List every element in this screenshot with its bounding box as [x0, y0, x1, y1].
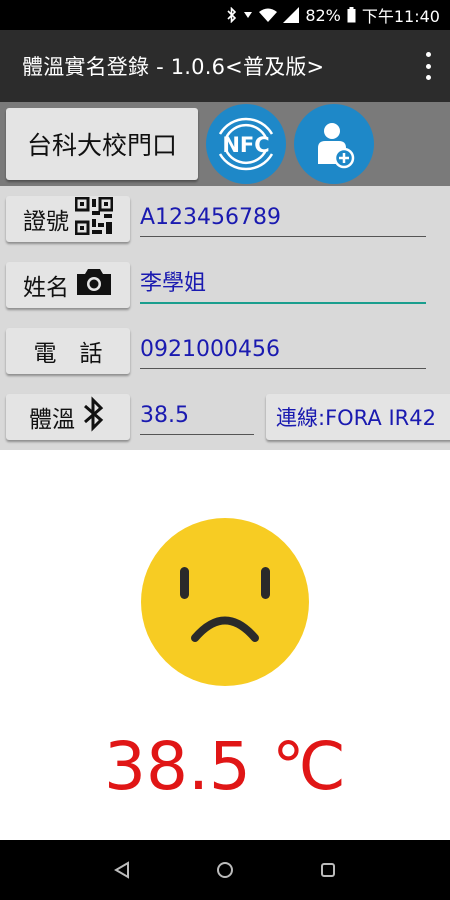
- photo-button[interactable]: 姓名: [6, 262, 130, 308]
- overflow-menu-icon[interactable]: [420, 52, 436, 80]
- sad-face-icon: [140, 517, 310, 687]
- recents-icon[interactable]: [313, 855, 343, 885]
- temperature-row: 體溫 38.5 連線:FORA IR42: [0, 384, 450, 450]
- name-row: 姓名 李學姐: [0, 252, 450, 318]
- vibrate-icon: [243, 8, 253, 22]
- app-bar: 體溫實名登錄 - 1.0.6<普及版>: [0, 30, 450, 102]
- status-bar: 82% 下午11:40: [0, 0, 450, 30]
- temperature-display: 38.5 ℃: [103, 728, 347, 805]
- nfc-label: NFC: [222, 133, 269, 157]
- scan-id-button[interactable]: 證號: [6, 196, 130, 242]
- battery-percent: 82%: [305, 5, 341, 25]
- gate-location-button[interactable]: 台科大校門口: [6, 108, 198, 180]
- app-title: 體溫實名登錄 - 1.0.6<普及版>: [22, 55, 325, 79]
- add-user-button[interactable]: [294, 104, 374, 184]
- back-icon[interactable]: [107, 855, 137, 885]
- phone-row: 電 話 0921000456: [0, 318, 450, 384]
- signal-icon: [283, 7, 300, 23]
- bluetooth-thermometer-button[interactable]: 體溫: [6, 394, 130, 440]
- camera-icon: [75, 267, 113, 303]
- bluetooth-icon: [81, 396, 107, 438]
- battery-icon: [347, 7, 356, 23]
- clock: 下午11:40: [361, 7, 440, 26]
- name-input[interactable]: 李學姐: [140, 266, 426, 304]
- bluetooth-icon: [227, 7, 237, 23]
- name-label: 姓名: [23, 275, 69, 301]
- temperature-input[interactable]: 38.5: [140, 398, 254, 435]
- home-icon[interactable]: [210, 855, 240, 885]
- toolbar: 台科大校門口 NFC: [0, 102, 450, 186]
- nfc-icon: NFC: [218, 117, 274, 171]
- phone-label: 電 話: [33, 341, 103, 367]
- nfc-button[interactable]: NFC: [206, 104, 286, 184]
- temperature-label: 體溫: [29, 407, 75, 433]
- qr-code-icon: [74, 196, 114, 241]
- id-label: 證號: [23, 209, 69, 235]
- connect-device-button[interactable]: 連線:FORA IR42: [266, 394, 450, 440]
- registration-form: 證號 A123456789 姓名 李學姐 電 話 0921000456 體溫 3…: [0, 186, 450, 450]
- wifi-icon: [259, 8, 278, 22]
- navigation-bar: [0, 840, 450, 900]
- phone-input[interactable]: 0921000456: [140, 332, 426, 369]
- id-input[interactable]: A123456789: [140, 200, 426, 237]
- id-row: 證號 A123456789: [0, 186, 450, 252]
- phone-label-button[interactable]: 電 話: [6, 328, 130, 374]
- add-user-icon: [318, 123, 355, 169]
